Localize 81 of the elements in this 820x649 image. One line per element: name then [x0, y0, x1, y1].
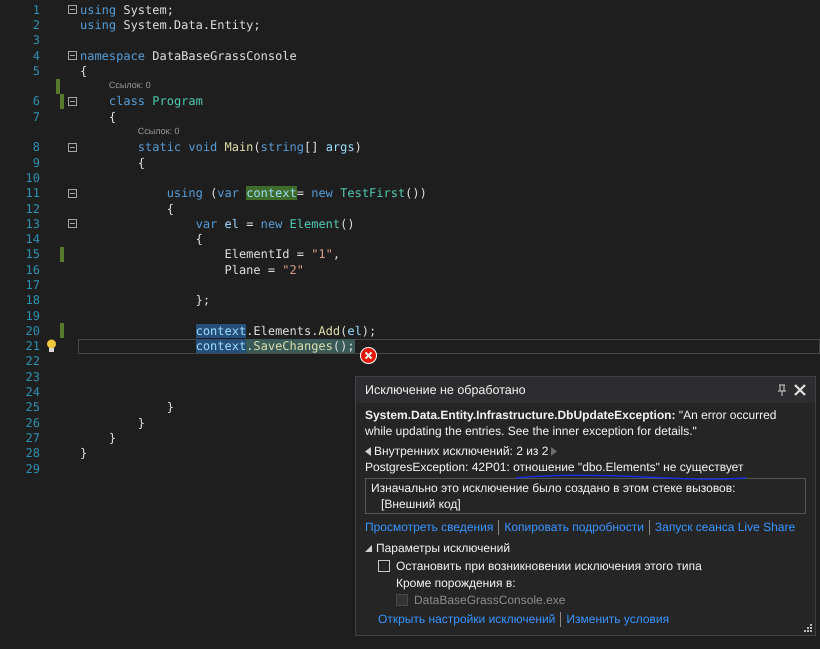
- line-number: 4: [32, 48, 41, 65]
- code-line: var el = new Element(): [194, 216, 355, 232]
- line-number: 1: [32, 2, 41, 19]
- line-number: 18: [24, 292, 41, 310]
- checkbox-label: Остановить при возникновении исключения этого типа: [396, 558, 702, 574]
- pin-icon[interactable]: [778, 384, 786, 396]
- error-icon[interactable]: [360, 347, 377, 364]
- line-number: 16: [24, 262, 41, 279]
- collapse-icon[interactable]: [68, 142, 77, 152]
- popup-link[interactable]: Открыть настройки исключений: [378, 611, 556, 627]
- settings-heading: Параметры исключений: [376, 540, 510, 556]
- code-line: using System.Data.Entity;: [80, 17, 261, 33]
- line-number: 2: [32, 16, 41, 34]
- line-number: 12: [24, 200, 41, 218]
- line-number: 29: [24, 460, 41, 478]
- code-line: }: [80, 446, 88, 461]
- code-line: Plane = "2": [224, 262, 304, 278]
- code-line: namespace DataBaseGrassConsole: [80, 48, 297, 64]
- line-number: 15: [24, 246, 41, 264]
- code-line: }: [166, 400, 174, 416]
- line-number: 25: [24, 399, 41, 416]
- inner-exception-counter: Внутренних исключений: 2 из 2: [374, 443, 548, 459]
- line-number: 6: [32, 93, 41, 110]
- code-line: }: [108, 430, 116, 446]
- line-number: 13: [24, 216, 41, 233]
- code-line: {: [108, 109, 116, 124]
- line-number: 8: [32, 139, 41, 156]
- code-line: {: [194, 231, 203, 247]
- code-line: {: [136, 154, 146, 170]
- line-number: 9: [32, 154, 41, 172]
- collapse-icon[interactable]: [68, 96, 77, 106]
- stack-frame[interactable]: [Внешний код]: [371, 496, 800, 512]
- line-number: 21: [24, 338, 41, 356]
- lightbulb-icon[interactable]: [46, 339, 56, 354]
- next-icon[interactable]: [551, 446, 558, 456]
- popup-link[interactable]: Просмотреть сведения: [365, 519, 494, 535]
- line-number: 5: [32, 62, 41, 80]
- except-label: Кроме порождения в:: [395, 575, 517, 591]
- line-number: 23: [24, 368, 41, 386]
- call-stack-title: Изначально это исключение было создано в этом стеке вызовов:: [371, 480, 736, 496]
- checkbox-label: DataBaseGrassConsole.exe: [414, 592, 566, 608]
- line-number: 7: [32, 108, 41, 126]
- code-line: {: [80, 63, 88, 78]
- exception-message: System.Data.Entity.Infrastructure.DbUpdateException: "An error occurred while updating the entries. See the inner exception for details.": [365, 407, 778, 439]
- collapse-icon[interactable]: [68, 5, 77, 14]
- code-line: ElementId = "1",: [224, 246, 340, 262]
- resize-grip-icon[interactable]: [803, 623, 812, 632]
- line-number: 14: [24, 231, 41, 248]
- line-number: 24: [24, 384, 41, 402]
- code-line: context.Elements.Add(el);: [194, 323, 376, 339]
- code-line: context.SaveChanges();: [194, 338, 355, 354]
- line-number: 22: [24, 353, 41, 370]
- line-number: 3: [32, 32, 41, 50]
- line-number: 28: [24, 445, 41, 462]
- codelens-label[interactable]: Ссылок: 0: [138, 125, 180, 139]
- line-number: 20: [24, 322, 41, 340]
- code-line: static void Main(string[] args): [136, 140, 362, 155]
- expand-icon[interactable]: [365, 544, 372, 552]
- code-line: }: [136, 415, 146, 430]
- popup-title: Исключение не обработано: [365, 382, 526, 398]
- line-number: 10: [24, 170, 41, 187]
- codelens-label[interactable]: Ссылок: 0: [108, 79, 151, 93]
- line-number: 17: [24, 277, 41, 294]
- code-line: };: [194, 292, 210, 308]
- line-number: 27: [24, 430, 41, 447]
- popup-link[interactable]: Запуск сеанса Live Share: [654, 519, 796, 535]
- code-line: using System;: [80, 2, 174, 18]
- code-line: using (var context= new TestFirst()): [166, 186, 427, 201]
- popup-link[interactable]: Копировать подробности: [504, 519, 644, 535]
- collapse-icon[interactable]: [68, 219, 77, 228]
- close-icon[interactable]: [794, 384, 806, 396]
- inner-exception-message: PostgresException: 42P01: отношение "dbo.Elements" не существует: [365, 460, 744, 474]
- previous-icon[interactable]: [365, 446, 371, 456]
- line-number: 11: [24, 185, 41, 202]
- code-line: class Program: [108, 94, 203, 110]
- collapse-icon[interactable]: [68, 51, 77, 60]
- collapse-icon[interactable]: [68, 188, 77, 198]
- line-number: 19: [24, 308, 41, 325]
- line-number: 26: [24, 414, 41, 432]
- code-line: {: [166, 200, 174, 216]
- popup-link[interactable]: Изменить условия: [566, 611, 670, 627]
